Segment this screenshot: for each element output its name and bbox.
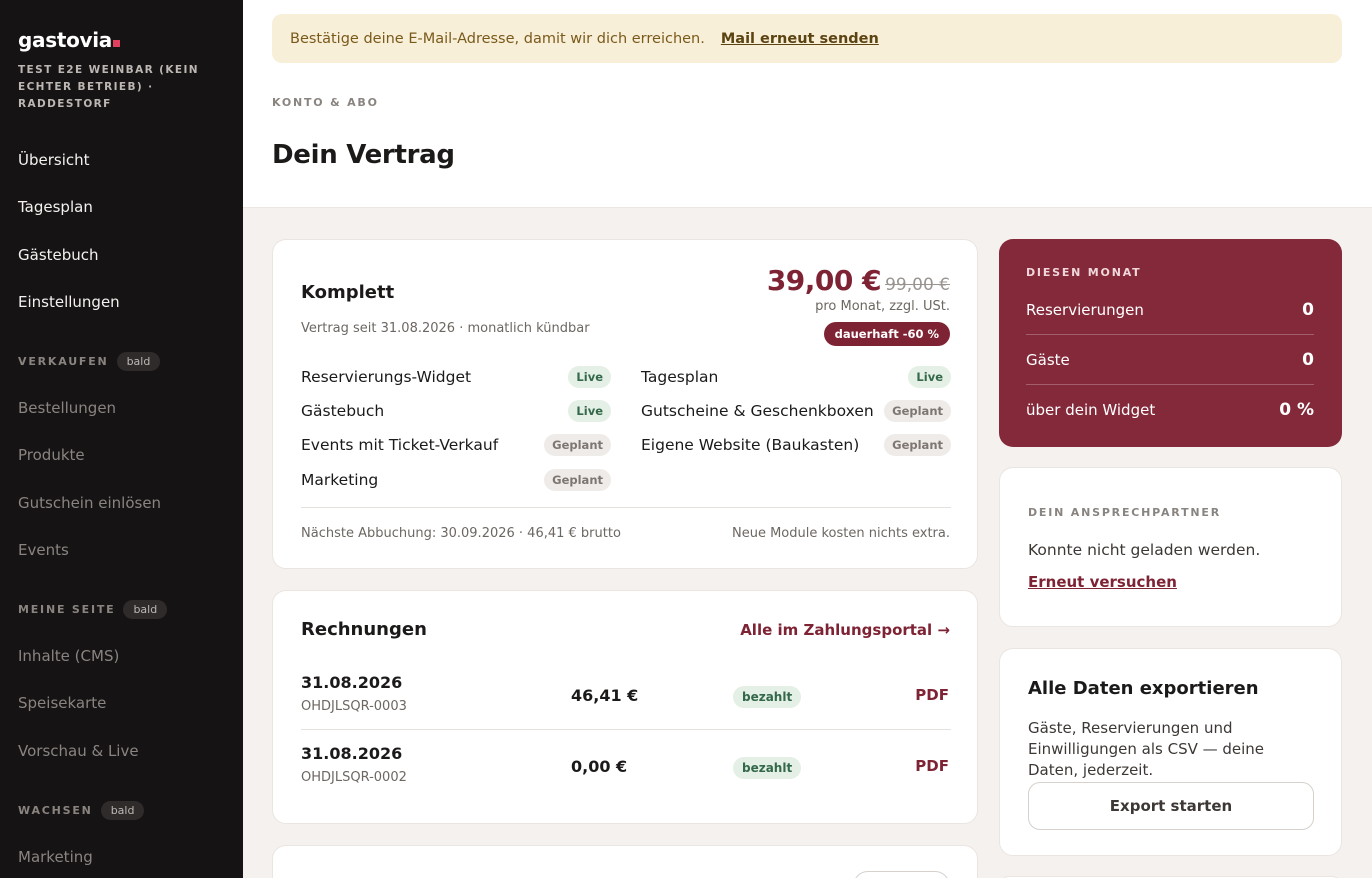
export-card: Alle Daten exportieren Gäste, Reservieru… xyxy=(999,648,1342,856)
stat-guests: Gäste 0 xyxy=(1026,335,1314,385)
soon-badge: bald xyxy=(116,352,161,371)
status-badge: Geplant xyxy=(544,434,611,456)
sidebar: gastovia TEST E2E WEINBAR (KEIN ECHTER B… xyxy=(0,0,243,878)
payment-portal-link[interactable]: Alle im Zahlungsportal → xyxy=(740,621,950,639)
invoice-date: 31.08.2026 xyxy=(301,744,403,763)
sidebar-item-cms[interactable]: Inhalte (CMS) xyxy=(18,647,119,665)
current-price: 39,00 € xyxy=(766,264,882,297)
sidebar-section-my-page: MEINE SEITE bald xyxy=(18,600,168,619)
monthly-stats-card: DIESEN MONAT Reservierungen 0 Gäste 0 üb… xyxy=(999,239,1342,447)
sidebar-section-sell: VERKAUFEN bald xyxy=(18,352,161,371)
export-button[interactable]: Export starten xyxy=(1028,782,1314,830)
pdf-download-link[interactable]: PDF xyxy=(915,757,949,775)
invoice-number: OHDJLSQR-0003 xyxy=(301,699,407,714)
feature-item: Events mit Ticket-Verkauf Geplant xyxy=(301,433,611,457)
page-header: Bestätige deine E-Mail-Adresse, damit wi… xyxy=(243,0,1372,208)
price-note: pro Monat, zzgl. USt. xyxy=(815,299,950,314)
table-row: 31.08.2026 OHDJLSQR-0003 46,41 € bezahlt… xyxy=(301,673,951,743)
stats-label: DIESEN MONAT xyxy=(1026,266,1142,279)
contract-since: Vertrag seit 31.08.2026 · monatlich künd… xyxy=(301,321,590,336)
no-extra-note: Neue Module kosten nichts extra. xyxy=(732,526,950,541)
contact-error-message: Konnte nicht geladen werden. xyxy=(1028,541,1261,559)
sidebar-item-daily-plan[interactable]: Tagesplan xyxy=(18,198,93,216)
export-title: Alle Daten exportieren xyxy=(1028,678,1259,699)
plan-name: Komplett xyxy=(301,282,395,303)
sidebar-item-menu-card[interactable]: Speisekarte xyxy=(18,694,106,712)
sidebar-item-orders[interactable]: Bestellungen xyxy=(18,399,116,417)
export-description: Gäste, Reservierungen und Einwilligungen… xyxy=(1028,719,1265,779)
feature-item: Reservierungs-Widget Live xyxy=(301,365,611,389)
stat-widget-share: über dein Widget 0 % xyxy=(1026,400,1314,420)
retry-link[interactable]: Erneut versuchen xyxy=(1028,573,1177,591)
invoice-amount: 0,00 € xyxy=(571,757,628,776)
feature-item: Marketing Geplant xyxy=(301,468,611,492)
status-badge: Geplant xyxy=(544,469,611,491)
sidebar-item-settings[interactable]: Einstellungen xyxy=(18,293,120,311)
status-badge: Geplant xyxy=(884,400,951,422)
stat-reservations: Reservierungen 0 xyxy=(1026,285,1314,335)
breadcrumb: KONTO & ABO xyxy=(272,96,379,109)
sidebar-item-events[interactable]: Events xyxy=(18,541,69,559)
section-title: WACHSEN xyxy=(18,804,93,817)
banner-text: Bestätige deine E-Mail-Adresse, damit wi… xyxy=(290,30,705,47)
feature-item: Gutscheine & Geschenkboxen Geplant xyxy=(641,399,951,423)
contact-person-card: DEIN ANSPRECHPARTNER Konnte nicht gelade… xyxy=(999,467,1342,627)
resend-mail-link[interactable]: Mail erneut senden xyxy=(721,31,879,47)
section-title: MEINE SEITE xyxy=(18,603,116,616)
invoices-card: Rechnungen Alle im Zahlungsportal → 31.0… xyxy=(272,590,978,824)
feature-item: Tagesplan Live xyxy=(641,365,951,389)
invoices-title: Rechnungen xyxy=(301,619,427,640)
discount-badge: dauerhaft -60 % xyxy=(823,322,950,346)
status-badge: Live xyxy=(568,366,611,388)
brand-dot-icon xyxy=(113,40,121,47)
sidebar-item-guestbook[interactable]: Gästebuch xyxy=(18,246,99,264)
page-title: Dein Vertrag xyxy=(272,140,455,170)
section-title: VERKAUFEN xyxy=(18,355,109,368)
status-badge: bezahlt xyxy=(733,686,802,708)
old-price: 99,00 € xyxy=(885,275,950,295)
invoice-number: OHDJLSQR-0002 xyxy=(301,770,407,785)
feature-item: Eigene Website (Baukasten) Geplant xyxy=(641,433,951,457)
status-badge: Live xyxy=(908,366,951,388)
invoice-date: 31.08.2026 xyxy=(301,673,403,692)
status-badge: bezahlt xyxy=(733,757,802,779)
card-action-button[interactable] xyxy=(853,871,950,878)
contact-label: DEIN ANSPRECHPARTNER xyxy=(1028,506,1221,519)
venue-name: TEST E2E WEINBAR (KEIN ECHTER BETRIEB) ·… xyxy=(18,64,199,110)
sidebar-item-overview[interactable]: Übersicht xyxy=(18,151,90,169)
next-charge: Nächste Abbuchung: 30.09.2026 · 46,41 € … xyxy=(301,526,621,541)
sidebar-section-grow: WACHSEN bald xyxy=(18,801,145,820)
invoice-amount: 46,41 € xyxy=(571,686,639,705)
sidebar-item-products[interactable]: Produkte xyxy=(18,446,85,464)
sidebar-item-redeem-voucher[interactable]: Gutschein einlösen xyxy=(18,494,161,512)
email-verify-banner: Bestätige deine E-Mail-Adresse, damit wi… xyxy=(272,14,1342,63)
divider xyxy=(301,729,951,730)
price-block: 39,00 €99,00 € pro Monat, zzgl. USt. dau… xyxy=(767,264,950,346)
pdf-download-link[interactable]: PDF xyxy=(915,686,949,704)
soon-badge: bald xyxy=(123,600,168,619)
divider xyxy=(301,507,951,508)
sidebar-item-preview-live[interactable]: Vorschau & Live xyxy=(18,742,139,760)
soon-badge: bald xyxy=(100,801,145,820)
brand-logo[interactable]: gastovia xyxy=(18,28,121,52)
status-badge: Geplant xyxy=(884,434,951,456)
table-row: 31.08.2026 OHDJLSQR-0002 0,00 € bezahlt … xyxy=(301,744,951,814)
next-card xyxy=(272,845,978,878)
feature-item: Gästebuch Live xyxy=(301,399,611,423)
sidebar-item-marketing[interactable]: Marketing xyxy=(18,848,93,866)
status-badge: Live xyxy=(568,400,611,422)
contract-card: Komplett Vertrag seit 31.08.2026 · monat… xyxy=(272,239,978,569)
